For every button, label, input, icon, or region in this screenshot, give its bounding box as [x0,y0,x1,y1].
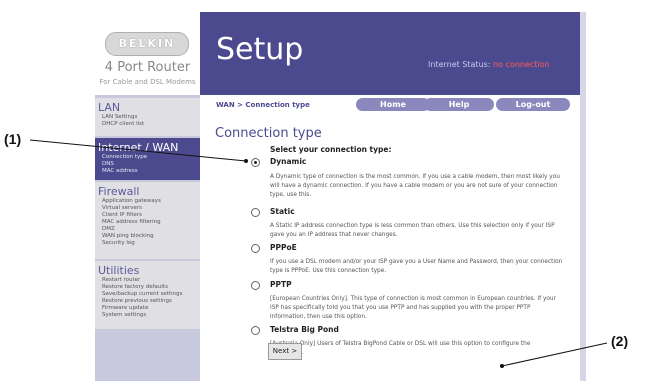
nav-item-virtual-servers[interactable]: Virtual servers [102,205,200,212]
callout-1: (1) [4,131,22,147]
home-button[interactable]: Home [356,98,430,111]
option-desc-pppoe: If you use a DSL modem and/or your ISP g… [270,259,563,274]
section-title: Connection type [215,126,322,141]
nav-item-lan-settings[interactable]: LAN Settings [102,114,200,121]
radio-pppoe[interactable] [251,244,260,253]
radio-pptp[interactable] [251,281,260,290]
nav-item-mac-address-filtering[interactable]: MAC address filtering [102,219,200,226]
nav-item-security-log[interactable]: Security log [102,240,200,247]
nav-item-firmware-update[interactable]: Firmware update [102,305,200,312]
nav-item-dns[interactable]: DNS [102,161,200,168]
radio-dynamic[interactable] [251,158,260,167]
radio-telstra-big-pond[interactable] [251,326,260,335]
nav-item-dmz[interactable]: DMZ [102,226,200,233]
option-label-dynamic: Dynamic [270,157,307,166]
nav-item-system-settings[interactable]: System settings [102,312,200,319]
option-label-telstra-big-pond: Telstra Big Pond [270,325,339,334]
page-header: Setup Internet Status: no connection [200,12,580,95]
logout-button[interactable]: Log-out [496,98,570,111]
option-desc-telstra-big-pond: [Australia Only] Users of Telstra BigPon… [270,341,531,356]
nav-head-firewall[interactable]: Firewall [98,185,200,198]
product-name: 4 Port Router [104,60,191,75]
help-button[interactable]: Help [424,98,494,111]
nav-item-application-gateways[interactable]: Application gateways [102,198,200,205]
internet-status-label: Internet Status: [428,60,491,69]
radio-static[interactable] [251,208,260,217]
nav-group-utilities: Utilities Restart router Restore factory… [95,261,200,329]
nav-head-lan[interactable]: LAN [98,101,200,114]
next-button[interactable]: Next > [268,343,302,360]
nav-group-lan: LAN LAN Settings DHCP client list [95,98,200,136]
brand-area: BELKIN 4 Port Router For Cable and DSL M… [95,12,200,95]
option-label-pppoe: PPPoE [270,243,297,252]
nav-group-internet-wan: Internet / WAN Connection type DNS MAC a… [95,138,200,180]
product-subtitle: For Cable and DSL Modems [99,78,196,86]
select-prompt: Select your connection type: [270,145,392,154]
breadcrumb: WAN > Connection type [216,101,310,109]
belkin-logo: BELKIN [105,32,189,56]
page-title: Setup [216,32,304,67]
nav-item-save-backup-settings[interactable]: Save/backup current settings [102,291,200,298]
nav-item-client-ip-filters[interactable]: Client IP filters [102,212,200,219]
option-desc-static: A Static IP address connection type is l… [270,223,555,238]
option-label-pptp: PPTP [270,280,292,289]
internet-status-value: no connection [493,60,550,69]
nav-item-mac-address[interactable]: MAC address [102,168,200,175]
nav-item-wan-ping-blocking[interactable]: WAN ping blocking [102,233,200,240]
nav-item-dhcp-client-list[interactable]: DHCP client list [102,121,200,128]
sidebar-nav: BELKIN 4 Port Router For Cable and DSL M… [95,12,200,381]
nav-item-connection-type[interactable]: Connection type [102,154,200,161]
nav-head-utilities[interactable]: Utilities [98,264,200,277]
option-desc-dynamic: A Dynamic type of connection is the most… [270,174,560,198]
callout-2: (2) [611,333,629,349]
internet-status: Internet Status: no connection [428,60,550,69]
nav-item-restart-router[interactable]: Restart router [102,277,200,284]
nav-item-restore-previous-settings[interactable]: Restore previous settings [102,298,200,305]
nav-item-restore-factory-defaults[interactable]: Restore factory defaults [102,284,200,291]
nav-head-internet-wan[interactable]: Internet / WAN [98,141,200,154]
nav-group-firewall: Firewall Application gateways Virtual se… [95,182,200,259]
option-desc-pptp: [European Countries Only]. This type of … [270,296,556,320]
option-label-static: Static [270,207,295,216]
right-edge-strip [580,12,586,381]
